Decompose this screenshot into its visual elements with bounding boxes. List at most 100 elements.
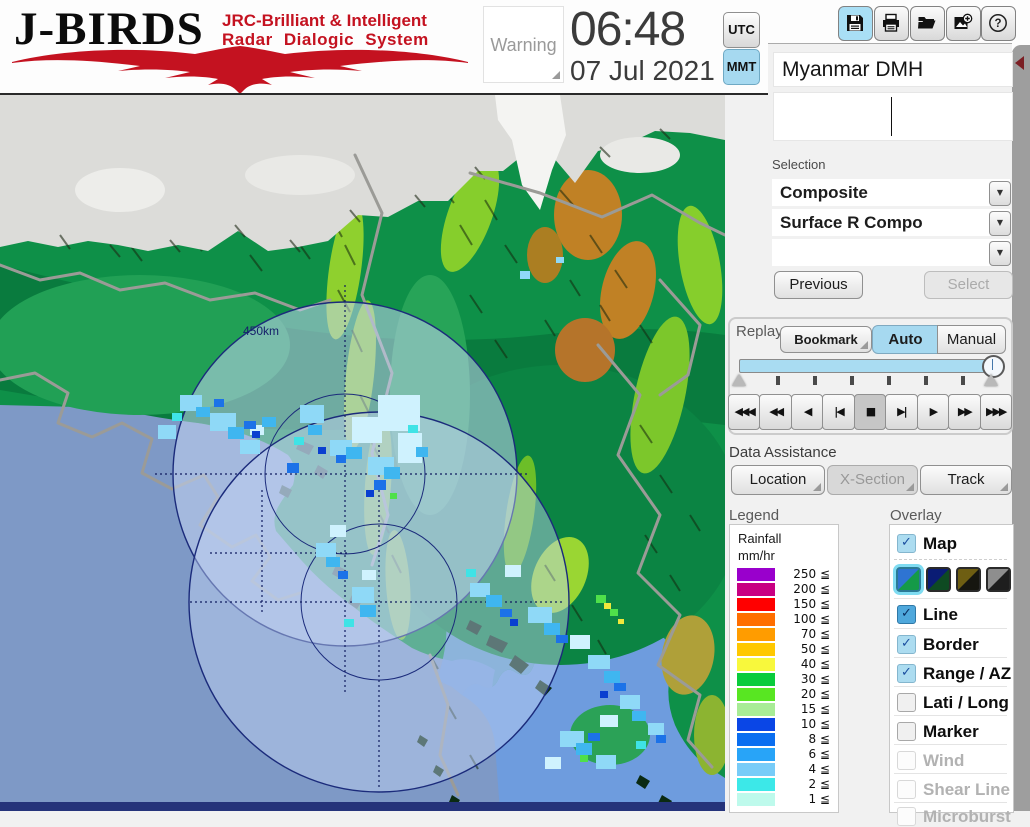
map-canvas: 450km — [0, 95, 740, 811]
border-checkbox[interactable]: ✓ — [897, 635, 916, 654]
legend-value: 40 ≦ — [800, 657, 830, 671]
print-button[interactable] — [874, 6, 909, 41]
play-forward-button[interactable]: ▶ — [916, 394, 950, 430]
data-assistance-label: Data Assistance — [729, 444, 837, 461]
overlay-section-label: Overlay — [890, 507, 942, 524]
panel-collapse-bar[interactable] — [1012, 45, 1030, 811]
timeline-start-marker[interactable] — [732, 374, 746, 386]
product-combo-value[interactable]: Surface R Compo — [772, 209, 1010, 236]
divider — [894, 715, 1007, 716]
legend-swatch — [737, 598, 775, 611]
manual-mode-button[interactable]: Manual — [937, 325, 1006, 354]
legend-value: 2 ≦ — [808, 777, 830, 791]
selection-section-label: Selection — [772, 157, 826, 172]
legend-value: 15 ≦ — [800, 702, 830, 716]
bookmark-button[interactable]: Bookmark — [780, 326, 872, 353]
map-bottom-edge — [0, 802, 725, 811]
step-forward-button[interactable]: ▶| — [885, 394, 918, 430]
rewind-fast-button[interactable]: ◀◀ — [759, 394, 792, 430]
timeline-tick — [813, 376, 817, 385]
image-plus-icon — [954, 13, 973, 29]
printer-icon — [883, 13, 899, 32]
eagle-logo-icon — [12, 46, 468, 94]
stop-button[interactable]: ■ — [853, 394, 887, 430]
panel-collapse-arrow-icon[interactable] — [1015, 56, 1024, 70]
legend-unit-line2: mm/hr — [738, 548, 775, 563]
timeline-end-marker[interactable] — [984, 374, 998, 386]
overlay-item-wind: Wind — [923, 751, 965, 770]
rewind-fastest-button[interactable]: ◀◀◀ — [728, 394, 761, 430]
legend-value: 20 ≦ — [800, 687, 830, 701]
site-name-display: Myanmar DMH — [773, 52, 1013, 87]
overlay-item-line[interactable]: Line — [923, 605, 958, 625]
save-button[interactable] — [838, 6, 873, 41]
auto-mode-button[interactable]: Auto — [872, 325, 939, 354]
range-az-checkbox[interactable]: ✓ — [897, 664, 916, 683]
extra-combo-value[interactable] — [772, 239, 1010, 266]
previous-button[interactable]: Previous — [774, 271, 863, 299]
legend-value: 70 ≦ — [800, 627, 830, 641]
legend-swatch — [737, 718, 775, 731]
track-button[interactable]: Track — [920, 465, 1012, 495]
map-checkbox[interactable]: ✓ — [897, 534, 916, 553]
rainfall-legend: Rainfall mm/hr 250 ≦ 200 ≦ 150 ≦ 100 ≦ 7… — [729, 524, 839, 813]
legend-swatch — [737, 733, 775, 746]
forward-fast-button[interactable]: ▶▶ — [948, 394, 981, 430]
legend-swatch — [737, 613, 775, 626]
radar-map-view[interactable]: 450km — [0, 95, 740, 811]
forward-fastest-button[interactable]: ▶▶▶ — [979, 394, 1012, 430]
overlay-item-microburst: Microburst — [923, 807, 1011, 826]
wind-checkbox: ✓ — [897, 751, 916, 770]
legend-value: 1 ≦ — [808, 792, 830, 806]
replay-section-label: Replay — [736, 323, 783, 340]
xsection-button[interactable]: X-Section — [827, 465, 918, 495]
legend-swatch — [737, 778, 775, 791]
mmt-toggle-button[interactable]: MMT — [723, 49, 760, 85]
open-folder-button[interactable] — [910, 6, 945, 41]
overlay-item-lati-long[interactable]: Lati / Long — [923, 693, 1009, 713]
utc-toggle-button[interactable]: UTC — [723, 12, 760, 48]
overlay-item-marker[interactable]: Marker — [923, 722, 979, 742]
overlay-item-range-az[interactable]: Range / AZ — [923, 664, 1011, 684]
overlay-item-border[interactable]: Border — [923, 635, 979, 655]
legend-unit-line1: Rainfall — [738, 531, 782, 546]
add-image-button[interactable] — [946, 6, 981, 41]
legend-swatch — [737, 583, 775, 596]
legend-swatch — [737, 643, 775, 656]
divider — [894, 744, 1007, 745]
location-button[interactable]: Location — [731, 465, 825, 495]
marker-checkbox[interactable]: ✓ — [897, 722, 916, 741]
map-style-olive-black[interactable] — [956, 567, 981, 592]
replay-timeline-track[interactable] — [739, 359, 1003, 373]
legend-section-label: Legend — [729, 507, 780, 524]
legend-swatch — [737, 568, 775, 581]
clock-time: 06:48 — [570, 3, 686, 56]
legend-swatch — [737, 688, 775, 701]
play-backward-button[interactable]: ◀ — [790, 394, 824, 430]
timeline-tick — [924, 376, 928, 385]
divider — [894, 628, 1007, 629]
legend-swatch — [737, 763, 775, 776]
help-button[interactable]: ? — [981, 6, 1016, 41]
overlay-item-map[interactable]: Map — [923, 534, 957, 554]
map-style-blue-green[interactable] — [896, 567, 921, 592]
map-style-navy-darkgreen[interactable] — [926, 567, 951, 592]
select-button: Select — [924, 271, 1013, 299]
legend-value: 250 ≦ — [793, 567, 830, 581]
legend-swatch — [737, 748, 775, 761]
extra-combo-dropdown-button[interactable]: ▼ — [989, 241, 1011, 266]
playback-controls: ◀◀◀ ◀◀ ◀ |◀ ■ ▶| ▶ ▶▶ ▶▶▶ — [728, 394, 1012, 430]
warning-button[interactable]: Warning — [483, 6, 564, 83]
line-checkbox[interactable]: ✓ — [897, 605, 916, 624]
composite-combo-dropdown-button[interactable]: ▼ — [989, 181, 1011, 206]
map-style-gray-black[interactable] — [986, 567, 1011, 592]
step-back-button[interactable]: |◀ — [822, 394, 855, 430]
microburst-checkbox: ✓ — [897, 807, 916, 826]
header-divider — [0, 93, 768, 95]
legend-swatch — [737, 703, 775, 716]
legend-swatch — [737, 658, 775, 671]
lati-long-checkbox[interactable]: ✓ — [897, 693, 916, 712]
product-combo-dropdown-button[interactable]: ▼ — [989, 211, 1011, 236]
divider — [894, 598, 1007, 599]
composite-combo-value[interactable]: Composite — [772, 179, 1010, 206]
